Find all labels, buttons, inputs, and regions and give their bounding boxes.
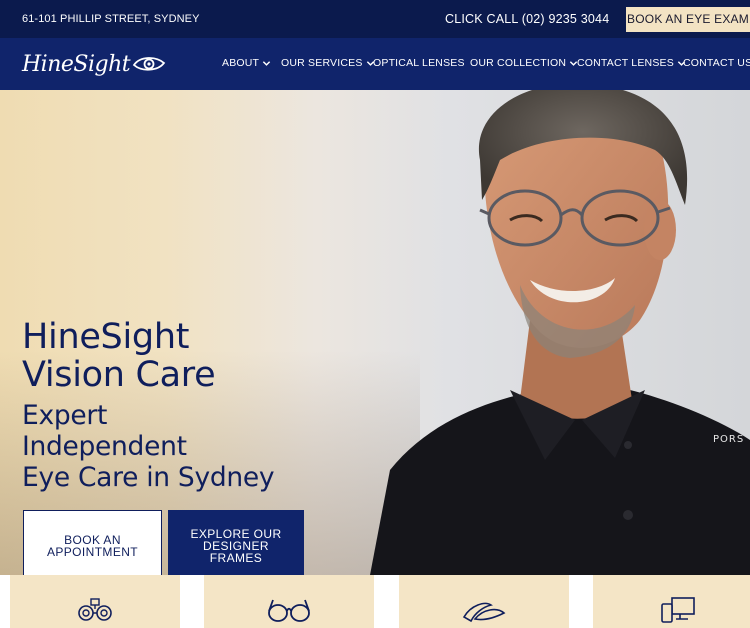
shirt-brand-text: PORS [713, 434, 744, 445]
service-cards [0, 575, 750, 628]
main-navbar: HineSight ABOUT OUR SERVICES OPTICAL LEN… [0, 38, 750, 90]
hero-section: PORS HineSight Vision Care Expert Indepe… [0, 90, 750, 575]
nav-item-label: OPTICAL LENSES [373, 57, 465, 69]
hero-title-line2: Vision Care [22, 355, 216, 395]
service-card-devices[interactable] [593, 575, 750, 628]
logo[interactable]: HineSight [22, 47, 166, 81]
nav-item-contact-us[interactable]: CONTACT US [683, 57, 750, 69]
click-call-link[interactable]: CLICK CALL (02) 9235 3044 [445, 12, 609, 26]
hero-title: HineSight Vision Care [22, 318, 382, 394]
hero-person-image: PORS [370, 90, 750, 575]
service-card-frames[interactable] [204, 575, 374, 628]
nav-item-label: OUR SERVICES [281, 57, 363, 69]
phoropter-icon [78, 598, 112, 621]
glasses-icon [268, 599, 310, 622]
hero-subtitle: Expert Independent Eye Care in Sydney [22, 400, 382, 493]
top-bar: 61-101 PHILLIP STREET, SYDNEY CLICK CALL… [0, 0, 750, 38]
nav-item-our-collection[interactable]: OUR COLLECTION [470, 57, 578, 69]
devices-icon [661, 597, 695, 623]
book-appointment-button[interactable]: BOOK AN APPOINTMENT [23, 510, 162, 575]
contact-lens-icon [462, 602, 506, 623]
nav-item-label: ABOUT [222, 57, 260, 69]
hero-subtitle-line3: Eye Care in Sydney [22, 462, 275, 493]
nav-item-label: CONTACT LENSES [577, 57, 674, 69]
hero-subtitle-line1: Expert [22, 400, 108, 431]
nav-item-label: CONTACT US [683, 57, 750, 69]
explore-frames-label: EXPLORE OUR DESIGNER FRAMES [190, 527, 282, 565]
explore-frames-button[interactable]: EXPLORE OUR DESIGNER FRAMES [168, 510, 304, 575]
book-appointment-label: BOOK AN APPOINTMENT [46, 533, 139, 559]
logo-text: HineSight [22, 51, 131, 77]
nav-item-label: OUR COLLECTION [470, 57, 567, 69]
service-card-eye-exam[interactable] [10, 575, 180, 628]
nav-item-our-services[interactable]: OUR SERVICES [281, 57, 375, 69]
eye-logo-icon [132, 57, 166, 71]
hero-title-line1: HineSight [22, 317, 190, 357]
address-text: 61-101 PHILLIP STREET, SYDNEY [22, 13, 200, 25]
service-card-contact-lenses[interactable] [399, 575, 569, 628]
nav-item-optical-lenses[interactable]: OPTICAL LENSES [373, 57, 465, 69]
chevron-down-icon [263, 60, 271, 66]
nav-item-about[interactable]: ABOUT [222, 57, 271, 69]
nav-item-contact-lenses[interactable]: CONTACT LENSES [577, 57, 686, 69]
book-eye-exam-button[interactable]: BOOK AN EYE EXAM [626, 7, 750, 32]
hero-subtitle-line2: Independent [22, 431, 187, 462]
